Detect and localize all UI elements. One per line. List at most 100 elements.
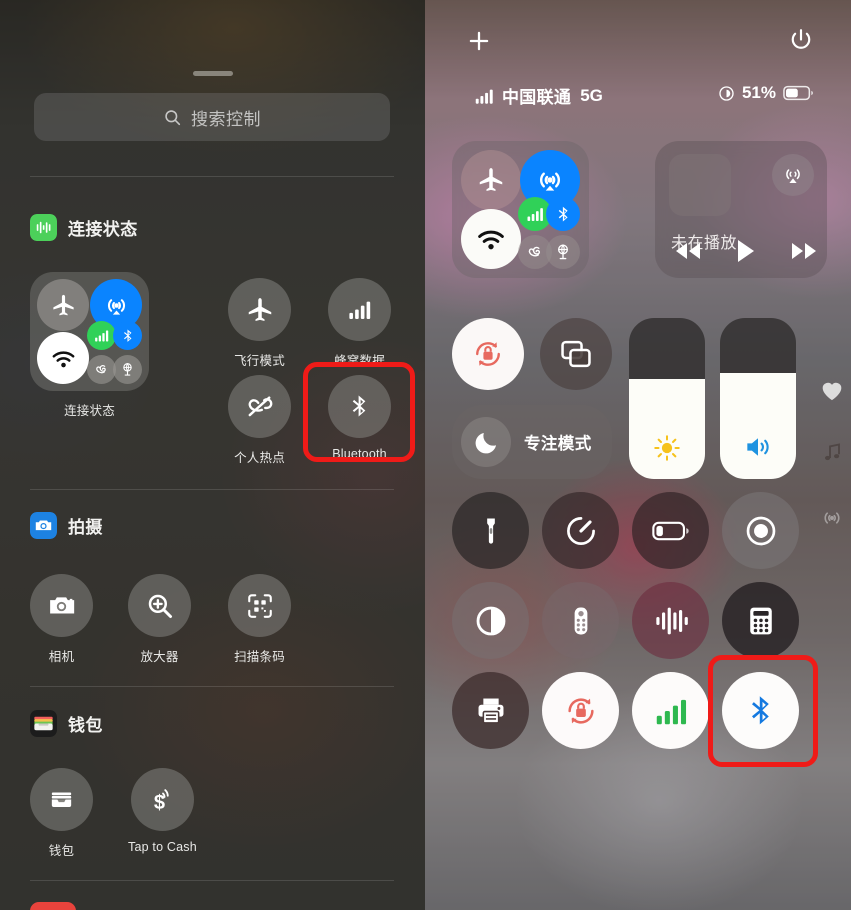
tile-scan-code[interactable]: 扫描条码 bbox=[228, 574, 291, 665]
camera-app-icon bbox=[30, 512, 57, 539]
rotation-lock-button[interactable] bbox=[542, 672, 619, 749]
tile-camera[interactable]: 相机 bbox=[30, 574, 93, 665]
tile-tap-to-cash[interactable]: $ Tap to Cash bbox=[128, 768, 197, 854]
tile-button[interactable] bbox=[228, 574, 291, 637]
media-module[interactable]: 未在播放 bbox=[655, 141, 827, 278]
airplay-icon bbox=[786, 169, 800, 183]
tile-cellular-data[interactable]: 蜂窝数据 bbox=[328, 278, 391, 369]
voice-memo-button[interactable] bbox=[722, 492, 799, 569]
power-button[interactable] bbox=[785, 24, 817, 56]
tile-label: 钱包 bbox=[48, 844, 75, 858]
music-note-icon[interactable] bbox=[821, 440, 845, 469]
battery-icon bbox=[783, 85, 814, 101]
qr-scan-icon bbox=[247, 593, 272, 618]
play-button[interactable] bbox=[735, 238, 757, 264]
satellite-toggle[interactable] bbox=[113, 355, 142, 384]
tile-magnifier[interactable]: 放大器 bbox=[128, 574, 191, 665]
carrier-name: 中国联通 bbox=[502, 88, 572, 107]
personal-hotspot-off-icon bbox=[248, 396, 273, 417]
cellular-data-toggle[interactable] bbox=[87, 321, 116, 350]
section-header-capture: 拍摄 bbox=[30, 512, 103, 539]
connectivity-icon[interactable] bbox=[819, 505, 845, 536]
screenshot-root: 搜索控制 连接状态 连接状态 飞行模式 蜂窝数据 个人热点 Bluetooth … bbox=[0, 0, 851, 910]
section-title: 连接状态 bbox=[68, 220, 138, 239]
cellular-bars-icon bbox=[527, 208, 543, 221]
tile-personal-hotspot[interactable]: 个人热点 bbox=[228, 375, 291, 466]
tile-airplane-mode[interactable]: 飞行模式 bbox=[228, 278, 291, 369]
magnifier-icon bbox=[148, 594, 172, 618]
vpn-icon bbox=[96, 365, 106, 374]
airplane-icon bbox=[52, 294, 74, 315]
tile-bluetooth[interactable]: Bluetooth bbox=[328, 375, 391, 461]
bluetooth-toggle[interactable] bbox=[113, 321, 142, 350]
bluetooth-button[interactable] bbox=[722, 672, 799, 749]
tile-button[interactable] bbox=[128, 574, 191, 637]
rotation-lock-icon bbox=[567, 697, 594, 724]
plus-icon bbox=[469, 31, 489, 51]
connectivity-module-tile[interactable]: 连接状态 bbox=[30, 272, 149, 419]
low-power-mode-button[interactable] bbox=[632, 492, 709, 569]
tile-button[interactable] bbox=[30, 574, 93, 637]
heart-icon[interactable] bbox=[819, 378, 845, 409]
cellular-signal-button[interactable] bbox=[632, 672, 709, 749]
remote-button[interactable] bbox=[542, 582, 619, 659]
tile-label: Tap to Cash bbox=[128, 840, 197, 854]
focus-knob[interactable] bbox=[461, 417, 511, 467]
vpn-toggle[interactable] bbox=[87, 355, 116, 384]
focus-indicator-icon bbox=[719, 85, 734, 101]
focus-mode-toggle[interactable]: 专注模式 bbox=[452, 405, 612, 479]
status-carrier: 中国联通 5G bbox=[473, 83, 603, 108]
wallet-app-icon bbox=[30, 710, 57, 737]
camera-icon bbox=[50, 597, 75, 614]
brightness-slider[interactable] bbox=[629, 318, 705, 479]
divider bbox=[30, 176, 394, 177]
control-center-main-page: 中国联通 5G 51% 未在播放 专注模式 bbox=[425, 0, 851, 910]
tile-wallet[interactable]: 钱包 bbox=[30, 768, 93, 859]
battery-low-icon bbox=[651, 521, 689, 540]
airplane-icon bbox=[479, 168, 503, 191]
airdrop-icon bbox=[107, 298, 125, 315]
screen-mirroring-toggle[interactable] bbox=[540, 318, 612, 390]
search-input[interactable]: 搜索控制 bbox=[34, 93, 390, 141]
tile-button[interactable] bbox=[228, 375, 291, 438]
tile-button[interactable] bbox=[328, 375, 391, 438]
wifi-toggle[interactable] bbox=[461, 209, 521, 269]
add-control-button[interactable] bbox=[464, 26, 494, 56]
calculator-button[interactable] bbox=[722, 582, 799, 659]
tile-button[interactable] bbox=[328, 278, 391, 341]
wifi-toggle[interactable] bbox=[37, 332, 89, 384]
next-track-button[interactable] bbox=[789, 240, 819, 262]
dark-mode-button[interactable] bbox=[452, 582, 529, 659]
airplane-mode-toggle[interactable] bbox=[37, 279, 89, 331]
tile-button[interactable] bbox=[30, 768, 93, 831]
tile-label: 蜂窝数据 bbox=[334, 354, 385, 368]
status-battery: 51% bbox=[717, 83, 815, 103]
timer-button[interactable] bbox=[542, 492, 619, 569]
divider bbox=[30, 489, 394, 490]
tile-label: 相机 bbox=[48, 650, 75, 664]
connectivity-module[interactable] bbox=[452, 141, 589, 278]
satellite-toggle[interactable] bbox=[546, 235, 580, 269]
album-artwork bbox=[669, 154, 731, 216]
connectivity-module[interactable] bbox=[30, 272, 149, 391]
tile-button[interactable]: $ bbox=[130, 768, 194, 831]
tile-label: 飞行模式 bbox=[234, 354, 285, 368]
previous-track-button[interactable] bbox=[673, 240, 703, 262]
rotation-lock-icon bbox=[476, 342, 500, 366]
airplane-mode-toggle[interactable] bbox=[461, 150, 521, 210]
volume-icon bbox=[747, 438, 769, 456]
cellular-bars-icon bbox=[95, 330, 109, 342]
drag-handle[interactable] bbox=[192, 71, 233, 76]
airplay-button[interactable] bbox=[772, 154, 814, 196]
volume-slider[interactable] bbox=[720, 318, 796, 479]
rotation-lock-toggle[interactable] bbox=[452, 318, 524, 390]
tile-button[interactable] bbox=[228, 278, 291, 341]
search-icon bbox=[165, 109, 181, 125]
bluetooth-toggle[interactable] bbox=[546, 197, 580, 231]
sound-recognition-button[interactable] bbox=[632, 582, 709, 659]
network-type: 5G bbox=[580, 85, 603, 105]
flashlight-button[interactable] bbox=[452, 492, 529, 569]
printer-button[interactable] bbox=[452, 672, 529, 749]
cellular-bars-icon bbox=[349, 301, 371, 319]
tap-to-cash-icon: $ bbox=[154, 788, 170, 813]
